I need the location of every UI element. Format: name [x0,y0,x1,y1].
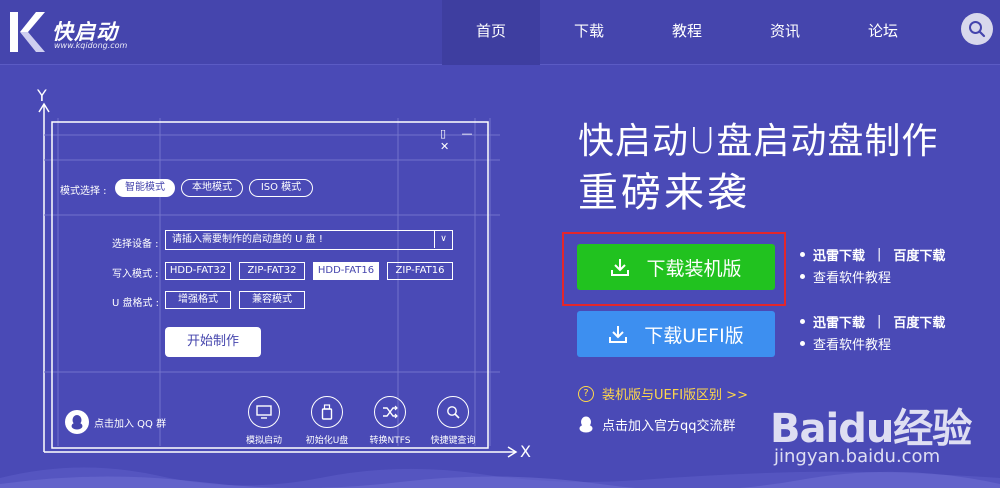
device-label: 选择设备 : [112,239,159,250]
axis-y-label: Y [37,86,47,105]
window-controls: ▯ — ✕ [440,127,479,153]
write-zip-fat32[interactable]: ZIP-FAT32 [239,262,305,280]
mode-label: 模式选择 : [60,186,107,197]
mode-smart[interactable]: 智能模式 [115,179,175,197]
link-separator: | [877,246,882,262]
tool-convert-ntfs[interactable]: 转换NTFS [368,396,412,446]
nav-news[interactable]: 资讯 [736,0,834,65]
join-official-qq-label: 点击加入官方qq交流群 [602,419,736,434]
tool-init-usb[interactable]: 初始化U盘 [305,396,349,446]
thunder-download-link[interactable]: 迅雷下载 [813,245,865,264]
download-install-label: 下载装机版 [646,257,742,280]
download-icon [609,326,628,343]
usb-drive-icon [311,396,343,428]
format-compatible[interactable]: 兼容模式 [239,291,305,309]
headline-primary: 快启动U盘启动盘制作 [578,121,939,162]
version-difference-label: 装机版与UEFI版区别 >> [602,388,748,403]
nav-download[interactable]: 下载 [540,0,638,65]
search-button[interactable] [961,13,993,45]
uefi-mirror-links: 迅雷下载 | 百度下载 查看软件教程 [800,310,945,354]
question-icon: ? [578,385,594,402]
magnifier-icon [437,396,469,428]
qq-penguin-icon [579,416,593,433]
download-install-button[interactable]: 下载装机版 [577,244,775,290]
write-zip-fat16[interactable]: ZIP-FAT16 [387,262,453,280]
nav-home[interactable]: 首页 [442,0,540,65]
k-logo-icon [10,12,45,52]
write-mode-label: 写入模式 : [112,269,159,280]
qq-penguin-icon [65,410,89,434]
format-enhanced[interactable]: 增强格式 [165,291,231,309]
install-mirror-links: 迅雷下载 | 百度下载 查看软件教程 [800,243,945,287]
bullet-dot [800,273,805,279]
brand-logo[interactable]: 快启动 www.kqidong.com [8,10,138,54]
bullet-dot [800,340,805,346]
tutorial-link[interactable]: 查看软件教程 [813,267,891,286]
baidu-download-link[interactable]: 百度下载 [893,312,945,331]
download-uefi-button[interactable]: 下载UEFI版 [577,311,775,357]
download-uefi-label: 下载UEFI版 [644,324,744,347]
tool-hotkey-query[interactable]: 快捷键查询 [430,396,476,446]
thunder-download-link[interactable]: 迅雷下载 [813,312,865,331]
bullet-dot [800,318,805,324]
app-mockup-window: ▯ — ✕ 模式选择 : 智能模式 本地模式 ISO 模式 选择设备 : 请插入… [50,122,490,452]
tutorial-link[interactable]: 查看软件教程 [813,334,891,353]
write-hdd-fat32[interactable]: HDD-FAT32 [165,262,231,280]
monitor-icon [248,396,280,428]
join-qq-group[interactable]: 点击加入 QQ 群 [65,410,166,434]
format-label: U 盘格式 : [112,298,160,309]
download-icon [611,259,630,276]
tool-simulate-boot[interactable]: 模拟启动 [242,396,286,446]
device-select[interactable]: 请插入需要制作的启动盘的 U 盘 ! ∨ [165,230,453,250]
device-placeholder: 请插入需要制作的启动盘的 U 盘 ! [172,234,323,245]
tool-label: 转换NTFS [369,436,411,446]
join-official-qq-link[interactable]: 点击加入官方qq交流群 [578,415,736,434]
bottom-wave-decoration [0,467,1000,488]
baidu-download-link[interactable]: 百度下载 [893,245,945,264]
brand-url: www.kqidong.com [54,41,128,50]
nav-forum[interactable]: 论坛 [834,0,932,65]
tool-label: 模拟启动 [245,436,282,446]
top-header: 快启动 www.kqidong.com 首页 下载 教程 资讯 论坛 [0,0,1000,65]
qq-group-label: 点击加入 QQ 群 [94,418,167,430]
chevron-down-icon: ∨ [434,231,452,248]
main-nav: 首页 下载 教程 资讯 论坛 [442,0,932,65]
write-hdd-fat16[interactable]: HDD-FAT16 [313,262,379,280]
bullet-dot [800,251,805,257]
start-make-button[interactable]: 开始制作 [165,327,261,357]
headline-secondary: 重磅来袭 [578,170,750,216]
version-difference-link[interactable]: ? 装机版与UEFI版区别 >> [578,384,748,403]
search-icon [969,21,986,38]
shuffle-icon [374,396,406,428]
mode-local[interactable]: 本地模式 [181,179,243,197]
nav-tutorial[interactable]: 教程 [638,0,736,65]
tool-label: 快捷键查询 [430,436,476,446]
tool-label: 初始化U盘 [305,436,349,446]
mode-iso[interactable]: ISO 模式 [249,179,313,197]
link-separator: | [877,313,882,329]
